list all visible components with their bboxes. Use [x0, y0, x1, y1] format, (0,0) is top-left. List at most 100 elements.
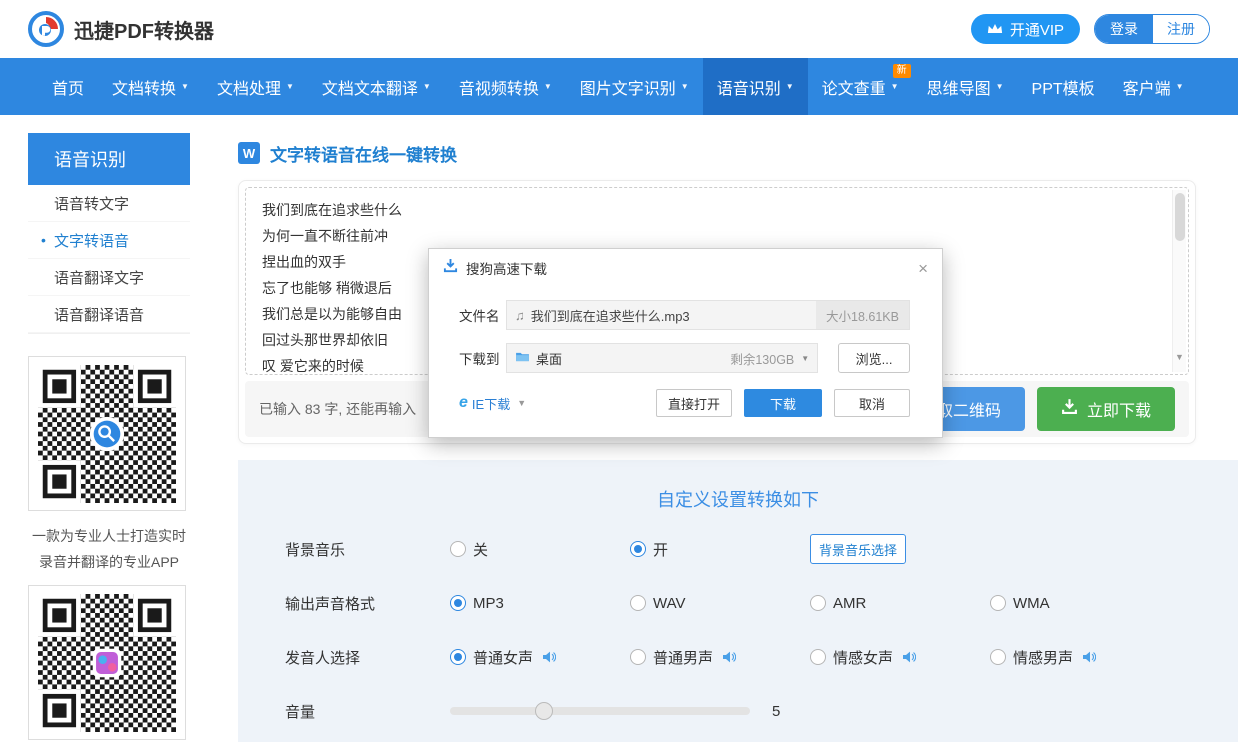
- nav-item-ocr[interactable]: 图片文字识别▼: [566, 58, 703, 115]
- sidebar-item-speech-to-text[interactable]: 语音转文字: [28, 185, 190, 222]
- dialog-header: 搜狗高速下载 ×: [429, 249, 942, 287]
- volume-row: 音量 5: [238, 684, 1238, 738]
- radio-icon: [990, 595, 1006, 611]
- radio-icon: [450, 541, 466, 557]
- voice-row: 发音人选择 普通女声 普通男声 情感女声 情感男声: [238, 630, 1238, 684]
- radio-icon: [450, 595, 466, 611]
- volume-value: 5: [772, 703, 780, 720]
- bgm-option-off[interactable]: 关: [450, 539, 630, 560]
- chevron-down-icon: ▼: [801, 354, 809, 363]
- audio-file-icon: ♫: [515, 308, 525, 323]
- nav-item-av-convert[interactable]: 音视频转换▼: [445, 58, 566, 115]
- format-option-wma[interactable]: WMA: [990, 595, 1170, 612]
- voice-option-male-normal[interactable]: 普通男声: [630, 647, 810, 668]
- login-button[interactable]: 登录: [1095, 15, 1153, 43]
- voice-option-male-emotion[interactable]: 情感男声: [990, 647, 1170, 668]
- radio-icon: [810, 595, 826, 611]
- new-badge: 新: [893, 64, 911, 78]
- textarea-scrollbar[interactable]: ▼: [1172, 190, 1186, 372]
- chevron-down-icon: ▼: [786, 82, 794, 91]
- nav-item-client[interactable]: 客户端▼: [1109, 58, 1198, 115]
- nav-item-ppt-template[interactable]: PPT模板: [1018, 58, 1109, 115]
- ie-download-toggle[interactable]: e IE下载 ▼: [459, 394, 526, 413]
- filename-value: 我们到底在追求些什么.mp3: [531, 306, 816, 325]
- dialog-download-button[interactable]: 下载: [744, 389, 822, 417]
- destination-dropdown[interactable]: 桌面 剩余130GB ▼: [506, 343, 818, 373]
- download-now-button[interactable]: 立即下载: [1037, 387, 1175, 431]
- bgm-select-button[interactable]: 背景音乐选择: [810, 534, 906, 564]
- radio-icon: [450, 649, 466, 665]
- auth-buttons: 登录 注册: [1094, 14, 1210, 44]
- page: 迅捷PDF转换器 开通VIP 登录 注册 首页 文档转换▼ 文档处理▼ 文档文本…: [0, 0, 1238, 742]
- sidebar: 语音识别 语音转文字 •文字转语音 语音翻译文字 语音翻译语音: [28, 133, 190, 740]
- main-nav: 首页 文档转换▼ 文档处理▼ 文档文本翻译▼ 音视频转换▼ 图片文字识别▼ 语音…: [0, 58, 1238, 115]
- text-line: 为何一直不断往前冲: [262, 223, 1172, 249]
- bgm-option-on[interactable]: 开: [630, 539, 810, 560]
- filename-label: 文件名: [459, 305, 506, 325]
- scrollbar-down-arrow-icon[interactable]: ▼: [1173, 344, 1186, 370]
- register-button[interactable]: 注册: [1153, 15, 1209, 43]
- speaker-icon[interactable]: [542, 651, 556, 663]
- nav-item-home[interactable]: 首页: [38, 58, 98, 115]
- chevron-down-icon: ▼: [181, 82, 189, 91]
- nav-item-doc-translate[interactable]: 文档文本翻译▼: [308, 58, 445, 115]
- open-vip-button[interactable]: 开通VIP: [971, 14, 1080, 44]
- crown-icon: [987, 21, 1003, 38]
- chevron-down-icon: ▼: [891, 82, 899, 91]
- downloadto-row: 下载到 桌面 剩余130GB ▼ 浏览...: [459, 343, 910, 373]
- speaker-icon[interactable]: [1082, 651, 1096, 663]
- nav-item-paper-check[interactable]: 论文查重▼新: [808, 58, 913, 115]
- format-option-amr[interactable]: AMR: [810, 595, 990, 612]
- scrollbar-thumb[interactable]: [1175, 193, 1185, 241]
- nav-item-speech-recognition[interactable]: 语音识别▼: [703, 58, 808, 115]
- sidebar-menu: 语音转文字 •文字转语音 语音翻译文字 语音翻译语音: [28, 185, 190, 334]
- word-doc-icon: W: [238, 142, 260, 164]
- header-actions: 开通VIP 登录 注册: [971, 14, 1210, 44]
- chevron-down-icon: ▼: [681, 82, 689, 91]
- radio-icon: [990, 649, 1006, 665]
- sidebar-item-speech-translate-text[interactable]: 语音翻译文字: [28, 259, 190, 296]
- volume-label: 音量: [285, 701, 450, 722]
- nav-item-doc-convert[interactable]: 文档转换▼: [98, 58, 203, 115]
- sidebar-title: 语音识别: [28, 133, 190, 185]
- sidebar-item-text-to-speech[interactable]: •文字转语音: [28, 222, 190, 259]
- speaker-icon[interactable]: [902, 651, 916, 663]
- char-count-text: 已输入 83 字, 还能再输入: [259, 399, 416, 419]
- filename-input[interactable]: ♫ 我们到底在追求些什么.mp3 大小18.61KB: [506, 300, 910, 330]
- volume-slider-thumb[interactable]: [535, 702, 553, 720]
- browse-button[interactable]: 浏览...: [838, 343, 910, 373]
- voice-label: 发音人选择: [285, 647, 450, 668]
- text-line: 我们到底在追求些什么: [262, 197, 1172, 223]
- downloadto-label: 下载到: [459, 348, 506, 368]
- qr-caption: 一款为专业人士打造实时 录音并翻译的专业APP: [28, 523, 190, 575]
- nav-item-doc-process[interactable]: 文档处理▼: [203, 58, 308, 115]
- chevron-down-icon: ▼: [996, 82, 1004, 91]
- bullet-icon: •: [41, 232, 46, 248]
- open-directly-button[interactable]: 直接打开: [656, 389, 732, 417]
- settings-panel: 自定义设置转换如下 背景音乐 关 开 背景音乐选择 输出声音格式 MP3 WAV…: [238, 460, 1238, 742]
- close-icon[interactable]: ×: [918, 260, 928, 277]
- chevron-down-icon: ▼: [544, 82, 552, 91]
- ie-download-label: IE下载: [472, 394, 510, 413]
- format-row: 输出声音格式 MP3 WAV AMR WMA: [238, 576, 1238, 630]
- volume-slider[interactable]: [450, 707, 750, 715]
- page-title: 文字转语音在线一键转换: [270, 141, 457, 166]
- brand-name: 迅捷PDF转换器: [74, 15, 214, 44]
- radio-icon: [630, 649, 646, 665]
- download-icon: [1061, 398, 1078, 420]
- bgm-label: 背景音乐: [285, 539, 450, 560]
- radio-icon: [810, 649, 826, 665]
- voice-option-female-emotion[interactable]: 情感女声: [810, 647, 990, 668]
- destination-value: 桌面: [536, 349, 562, 368]
- format-option-wav[interactable]: WAV: [630, 595, 810, 612]
- format-option-mp3[interactable]: MP3: [450, 595, 630, 612]
- format-label: 输出声音格式: [285, 593, 450, 614]
- voice-option-female-normal[interactable]: 普通女声: [450, 647, 630, 668]
- cancel-button[interactable]: 取消: [834, 389, 910, 417]
- sidebar-item-speech-translate-speech[interactable]: 语音翻译语音: [28, 296, 190, 333]
- sogou-download-dialog: 搜狗高速下载 × 文件名 ♫ 我们到底在追求些什么.mp3 大小18.61KB …: [428, 248, 943, 438]
- nav-item-mindmap[interactable]: 思维导图▼: [913, 58, 1018, 115]
- chevron-down-icon: ▼: [286, 82, 294, 91]
- qr-code-app: [28, 356, 186, 511]
- speaker-icon[interactable]: [722, 651, 736, 663]
